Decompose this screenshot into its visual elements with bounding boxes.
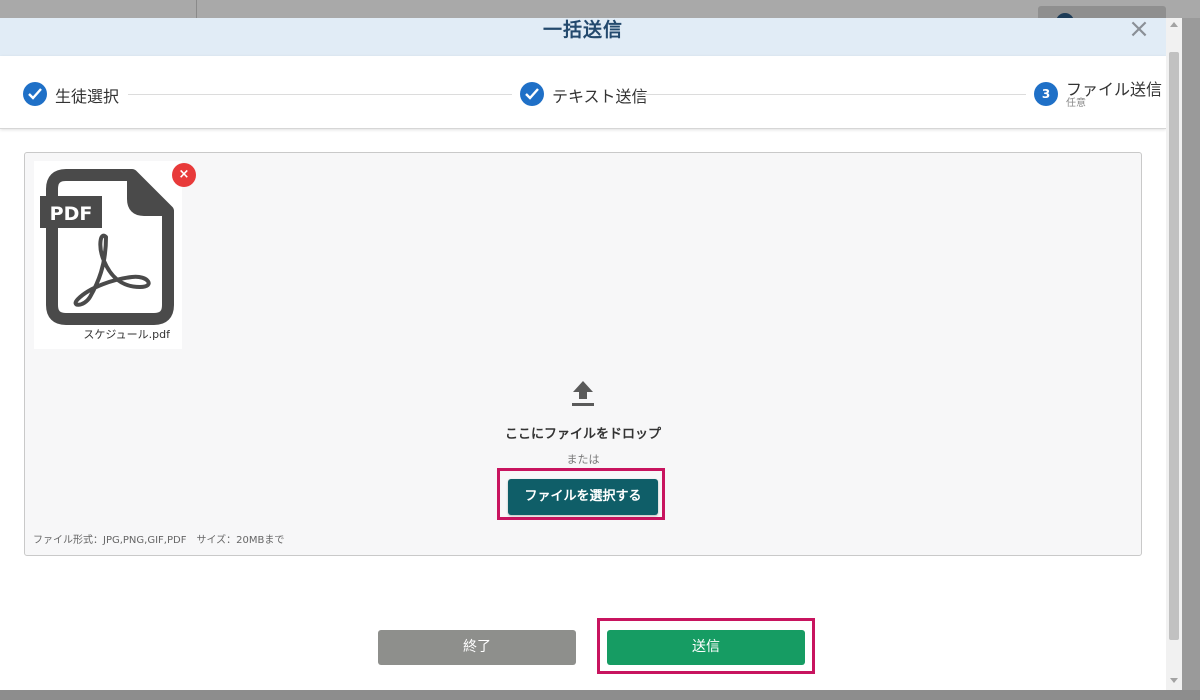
scrollbar[interactable] bbox=[1166, 18, 1182, 690]
step-sublabel: 任意 bbox=[1066, 98, 1086, 109]
drop-instruction: ここにファイルをドロップ bbox=[504, 427, 661, 442]
end-button[interactable]: 終了 bbox=[378, 630, 576, 665]
uploaded-file-card: PDF スケジュール.pdf × bbox=[34, 161, 196, 349]
scroll-thumb[interactable] bbox=[1169, 52, 1179, 640]
modal-header: 一括送信 × bbox=[0, 18, 1166, 56]
pdf-file-icon: PDF bbox=[40, 169, 174, 325]
close-icon: × bbox=[1128, 18, 1150, 44]
file-name: スケジュール.pdf bbox=[83, 328, 170, 341]
step-label: 生徒選択 bbox=[55, 87, 120, 106]
select-file-button[interactable]: ファイルを選択する bbox=[508, 479, 658, 515]
background-app-header bbox=[0, 0, 1200, 31]
user-chip bbox=[1038, 6, 1166, 31]
or-text: または bbox=[566, 453, 600, 466]
scroll-down-icon[interactable] bbox=[1170, 678, 1178, 683]
stepper: 生徒選択 テキスト送信 3 ファイル送信 任意 bbox=[0, 56, 1166, 129]
check-icon bbox=[23, 82, 47, 106]
scroll-up-icon[interactable] bbox=[1170, 22, 1178, 27]
bulk-send-modal: 一括送信 × 生徒選択 テキスト送信 3 ファイル送信 任意 PDF スケジュー… bbox=[0, 18, 1166, 690]
send-button[interactable]: 送信 bbox=[607, 630, 805, 665]
header-divider bbox=[196, 0, 197, 18]
step-label: テキスト送信 bbox=[552, 87, 648, 106]
step-number-badge: 3 bbox=[1034, 82, 1058, 106]
step-connector bbox=[642, 94, 1026, 95]
file-drop-zone[interactable]: PDF スケジュール.pdf × ここにファイルをドロップ または ファイルを選… bbox=[24, 152, 1142, 556]
close-icon: × bbox=[178, 167, 190, 182]
step-connector bbox=[128, 94, 512, 95]
check-icon bbox=[520, 82, 544, 106]
close-button[interactable]: × bbox=[1124, 18, 1154, 44]
pdf-badge-text: PDF bbox=[50, 203, 93, 225]
file-format-info: ファイル形式：JPG,PNG,GIF,PDF サイズ：20MBまで bbox=[33, 535, 285, 546]
modal-title: 一括送信 bbox=[542, 19, 623, 41]
bottom-strip bbox=[0, 690, 1200, 700]
upload-icon bbox=[572, 381, 594, 406]
remove-file-button[interactable]: × bbox=[172, 163, 196, 187]
